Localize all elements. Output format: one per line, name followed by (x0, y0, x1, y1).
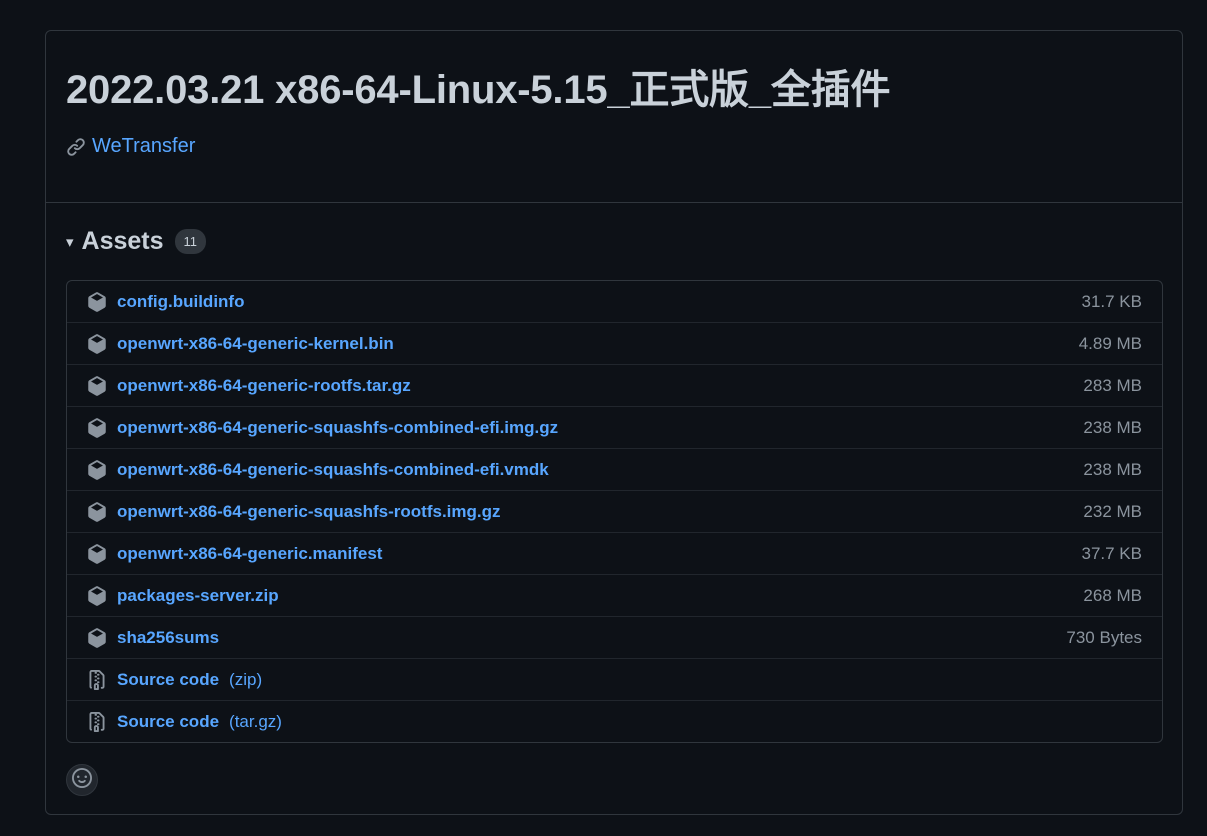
asset-size: 31.7 KB (1081, 291, 1143, 311)
section-divider (46, 202, 1182, 203)
source-code-zip-link[interactable]: Source code (117, 670, 219, 690)
asset-link[interactable]: packages-server.zip (117, 586, 279, 606)
asset-link[interactable]: openwrt-x86-64-generic-squashfs-rootfs.i… (117, 502, 501, 522)
asset-list: config.buildinfo 31.7 KB openwrt-x86-64-… (66, 280, 1163, 743)
package-icon (87, 375, 107, 396)
asset-link[interactable]: openwrt-x86-64-generic.manifest (117, 544, 382, 564)
asset-link[interactable]: openwrt-x86-64-generic-kernel.bin (117, 334, 394, 354)
package-icon (87, 627, 107, 648)
file-zip-icon (87, 711, 107, 732)
assets-count-badge: 11 (174, 229, 207, 254)
wetransfer-link[interactable]: WeTransfer (92, 135, 195, 158)
release-title: 2022.03.21 x86-64-Linux-5.15_正式版_全插件 (66, 68, 891, 112)
source-code-row: Source code (zip) (67, 658, 1162, 700)
asset-size: 232 MB (1083, 501, 1142, 521)
asset-link[interactable]: openwrt-x86-64-generic-squashfs-combined… (117, 460, 549, 480)
asset-link[interactable]: openwrt-x86-64-generic-rootfs.tar.gz (117, 376, 411, 396)
asset-row: openwrt-x86-64-generic-squashfs-combined… (67, 406, 1162, 448)
release-link-row: WeTransfer (66, 135, 195, 158)
asset-row: openwrt-x86-64-generic-kernel.bin 4.89 M… (67, 322, 1162, 364)
asset-row: sha256sums 730 Bytes (67, 616, 1162, 658)
source-code-targz-link[interactable]: Source code (117, 712, 219, 732)
add-reaction-button[interactable] (66, 764, 98, 796)
asset-size: 283 MB (1083, 375, 1142, 395)
assets-title: Assets (81, 227, 164, 255)
asset-row: openwrt-x86-64-generic-squashfs-combined… (67, 448, 1162, 490)
caret-down-icon: ▾ (66, 233, 74, 251)
source-format-label: (tar.gz) (229, 711, 282, 731)
package-icon (87, 417, 107, 438)
asset-row: openwrt-x86-64-generic-squashfs-rootfs.i… (67, 490, 1162, 532)
asset-size: 238 MB (1083, 459, 1142, 479)
assets-toggle[interactable]: ▾ Assets 11 (66, 227, 207, 256)
package-icon (87, 585, 107, 606)
asset-size: 37.7 KB (1081, 543, 1143, 563)
release-card: 2022.03.21 x86-64-Linux-5.15_正式版_全插件 WeT… (45, 30, 1183, 815)
package-icon (87, 459, 107, 480)
asset-size: 4.89 MB (1078, 333, 1142, 353)
asset-link[interactable]: config.buildinfo (117, 292, 244, 312)
asset-link[interactable]: sha256sums (117, 628, 219, 648)
asset-row: openwrt-x86-64-generic.manifest 37.7 KB (67, 532, 1162, 574)
asset-row: config.buildinfo 31.7 KB (67, 281, 1162, 322)
asset-row: openwrt-x86-64-generic-rootfs.tar.gz 283… (67, 364, 1162, 406)
asset-row: packages-server.zip 268 MB (67, 574, 1162, 616)
asset-link[interactable]: openwrt-x86-64-generic-squashfs-combined… (117, 418, 558, 438)
asset-size: 238 MB (1083, 417, 1142, 437)
file-zip-icon (87, 669, 107, 690)
asset-size: 268 MB (1083, 585, 1142, 605)
link-icon (66, 137, 86, 157)
source-code-row: Source code (tar.gz) (67, 700, 1162, 742)
package-icon (87, 501, 107, 522)
smiley-icon (72, 767, 92, 793)
package-icon (87, 291, 107, 312)
package-icon (87, 333, 107, 354)
source-format-label: (zip) (229, 669, 263, 689)
asset-size: 730 Bytes (1066, 627, 1142, 647)
package-icon (87, 543, 107, 564)
